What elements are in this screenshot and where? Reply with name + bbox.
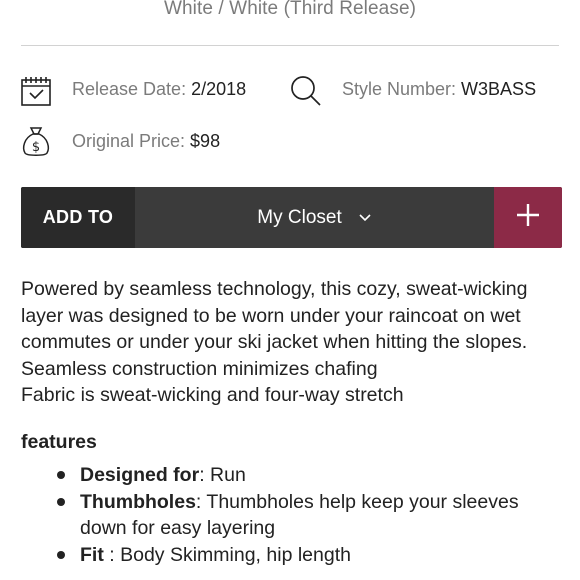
original-price-label: Original Price: (72, 131, 186, 151)
product-page: White / White (Third Release) Release Da… (0, 0, 580, 580)
search-icon (289, 74, 323, 113)
feature-label: Fit (80, 543, 104, 566)
add-to-label: ADD TO (21, 187, 135, 248)
release-date-value: 2/2018 (191, 79, 247, 99)
style-number-value: W3BASS (461, 79, 537, 99)
feature-item: Fit : Body Skimming, hip length (21, 542, 551, 569)
feature-item: Designed for: Run (21, 462, 551, 489)
feature-label: Designed for (80, 464, 200, 486)
chevron-down-icon (358, 207, 372, 229)
style-number-label: Style Number: (342, 79, 457, 99)
feature-label: Thumbholes (80, 490, 196, 513)
features-list: Designed for: Run Thumbholes: Thumbholes… (21, 462, 551, 568)
money-bag-icon: $ (21, 126, 51, 163)
feature-text: Body Skimming, hip length (120, 543, 351, 566)
release-date-row: Release Date: 2/2018 (72, 79, 246, 100)
product-colorway: White / White (Third Release) (163, 0, 417, 19)
description-line: Seamless construction minimizes chafing (21, 357, 378, 380)
closet-select-label: My Closet (257, 206, 342, 228)
add-button[interactable] (494, 187, 562, 248)
plus-icon (515, 202, 541, 233)
product-description: Powered by seamless technology, this coz… (21, 276, 566, 409)
divider (21, 45, 559, 46)
svg-text:$: $ (32, 140, 40, 155)
original-price-value: $98 (190, 131, 221, 151)
description-line: Fabric is sweat-wicking and four-way str… (21, 384, 404, 406)
calendar-icon (21, 76, 51, 111)
feature-item: Thumbholes: Thumbholes help keep your sl… (21, 489, 551, 542)
closet-select[interactable]: My Closet (135, 187, 494, 248)
style-number-row: Style Number: W3BASS (342, 79, 536, 100)
release-date-label: Release Date: (72, 79, 187, 99)
description-paragraph: Powered by seamless technology, this coz… (21, 278, 528, 353)
features-heading: features (21, 431, 97, 453)
feature-text: Run (210, 464, 246, 486)
original-price-row: Original Price: $98 (72, 131, 220, 152)
add-to-bar: ADD TO My Closet (21, 187, 562, 248)
